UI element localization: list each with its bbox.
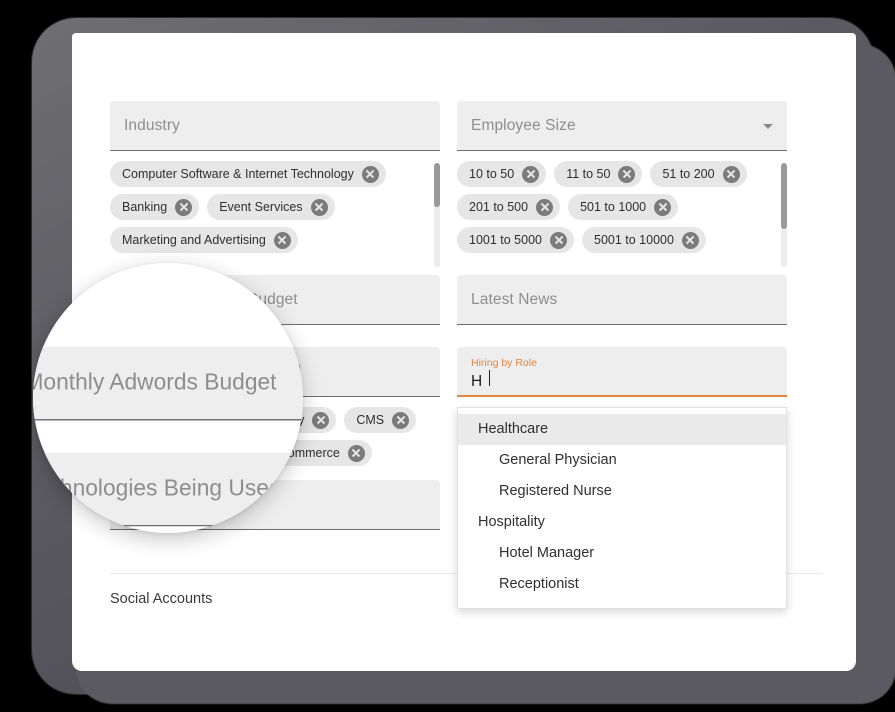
chip-employee-size[interactable]: 51 to 200 bbox=[650, 161, 746, 187]
dropdown-item-label: General Physician bbox=[499, 452, 617, 468]
remove-chip-icon[interactable] bbox=[348, 445, 365, 462]
chip-label: 51 to 200 bbox=[662, 167, 714, 181]
dropdown-item-label: Hospitality bbox=[478, 514, 545, 530]
dropdown-group-healthcare[interactable]: Healthcare bbox=[458, 414, 786, 445]
dropdown-item-general-physician[interactable]: General Physician bbox=[458, 445, 786, 476]
latest-news-placeholder: Latest News bbox=[471, 291, 557, 309]
scrollbar-thumb[interactable] bbox=[434, 163, 440, 207]
chip-label: CMS bbox=[356, 413, 384, 427]
hiring-by-role-dropdown[interactable]: Healthcare General Physician Registered … bbox=[457, 407, 787, 609]
hiring-by-role-label: Hiring by Role bbox=[471, 357, 537, 370]
social-accounts-heading: Social Accounts bbox=[110, 591, 212, 607]
industry-placeholder: Industry bbox=[124, 117, 180, 135]
remove-chip-icon[interactable] bbox=[550, 232, 567, 249]
chip-employee-size[interactable]: 10 to 50 bbox=[457, 161, 546, 187]
chip-employee-size[interactable]: 5001 to 10000 bbox=[582, 227, 706, 253]
remove-chip-icon[interactable] bbox=[536, 199, 553, 216]
hiring-by-role-value: H bbox=[471, 372, 482, 391]
chip-label: 10 to 50 bbox=[469, 167, 514, 181]
dropdown-item-registered-nurse[interactable]: Registered Nurse bbox=[458, 476, 786, 507]
employee-size-select[interactable]: Employee Size bbox=[457, 101, 787, 151]
remove-chip-icon[interactable] bbox=[522, 166, 539, 183]
remove-chip-icon[interactable] bbox=[175, 199, 192, 216]
dropdown-item-label: Healthcare bbox=[478, 421, 548, 437]
chip-industry[interactable]: Event Services bbox=[207, 194, 334, 220]
dropdown-item-label: Receptionist bbox=[499, 576, 579, 592]
remove-chip-icon[interactable] bbox=[274, 232, 291, 249]
remove-chip-icon[interactable] bbox=[311, 199, 328, 216]
chip-label: Marketing and Advertising bbox=[122, 233, 266, 247]
chevron-down-icon[interactable] bbox=[763, 124, 773, 129]
chip-label: Banking bbox=[122, 200, 167, 214]
chip-label: 5001 to 10000 bbox=[594, 233, 674, 247]
dropdown-item-label: Hotel Manager bbox=[499, 545, 594, 561]
right-filter-column: Employee Size 10 to 50 11 to 50 51 to 20… bbox=[457, 101, 787, 397]
employee-size-scrollbar[interactable] bbox=[781, 163, 787, 267]
magnified-technologies-input[interactable]: Technologies Being Used bbox=[33, 453, 303, 527]
latest-news-input[interactable]: Latest News bbox=[457, 275, 787, 325]
remove-chip-icon[interactable] bbox=[392, 412, 409, 429]
remove-chip-icon[interactable] bbox=[682, 232, 699, 249]
magnifier-lens: Monthly Adwords Budget Technologies Bein… bbox=[33, 263, 303, 533]
employee-size-chip-list: 10 to 50 11 to 50 51 to 200 201 to 500 5… bbox=[457, 161, 787, 253]
industry-chip-list: Computer Software & Internet Technology … bbox=[110, 161, 440, 253]
chip-industry[interactable]: Computer Software & Internet Technology bbox=[110, 161, 386, 187]
chip-industry[interactable]: Marketing and Advertising bbox=[110, 227, 298, 253]
magnified-adwords-budget-input[interactable]: Monthly Adwords Budget bbox=[33, 347, 303, 421]
chip-employee-size[interactable]: 501 to 1000 bbox=[568, 194, 678, 220]
remove-chip-icon[interactable] bbox=[723, 166, 740, 183]
dropdown-item-hotel-manager[interactable]: Hotel Manager bbox=[458, 538, 786, 569]
industry-scrollbar[interactable] bbox=[434, 163, 440, 267]
chip-employee-size[interactable]: 1001 to 5000 bbox=[457, 227, 574, 253]
chip-employee-size[interactable]: 201 to 500 bbox=[457, 194, 560, 220]
magnified-adwords-placeholder: Monthly Adwords Budget bbox=[33, 370, 276, 396]
text-caret bbox=[489, 370, 490, 386]
dropdown-group-hospitality[interactable]: Hospitality bbox=[458, 507, 786, 538]
dropdown-item-label: Registered Nurse bbox=[499, 483, 612, 499]
chip-label: Computer Software & Internet Technology bbox=[122, 167, 354, 181]
chip-label: 1001 to 5000 bbox=[469, 233, 542, 247]
chip-technology[interactable]: CMS bbox=[344, 407, 416, 433]
remove-chip-icon[interactable] bbox=[654, 199, 671, 216]
chip-industry[interactable]: Banking bbox=[110, 194, 199, 220]
chip-label: 11 to 50 bbox=[566, 167, 610, 181]
scrollbar-thumb[interactable] bbox=[781, 163, 787, 229]
dropdown-item-receptionist[interactable]: Receptionist bbox=[458, 569, 786, 600]
remove-chip-icon[interactable] bbox=[312, 412, 329, 429]
chip-label: 201 to 500 bbox=[469, 200, 528, 214]
magnified-technologies-placeholder: Technologies Being Used bbox=[33, 476, 282, 502]
chip-label: 501 to 1000 bbox=[580, 200, 646, 214]
remove-chip-icon[interactable] bbox=[618, 166, 635, 183]
industry-input[interactable]: Industry bbox=[110, 101, 440, 151]
chip-label: Event Services bbox=[219, 200, 302, 214]
employee-size-placeholder: Employee Size bbox=[471, 117, 576, 135]
remove-chip-icon[interactable] bbox=[362, 166, 379, 183]
hiring-by-role-input[interactable]: Hiring by Role H bbox=[457, 347, 787, 397]
chip-employee-size[interactable]: 11 to 50 bbox=[554, 161, 642, 187]
